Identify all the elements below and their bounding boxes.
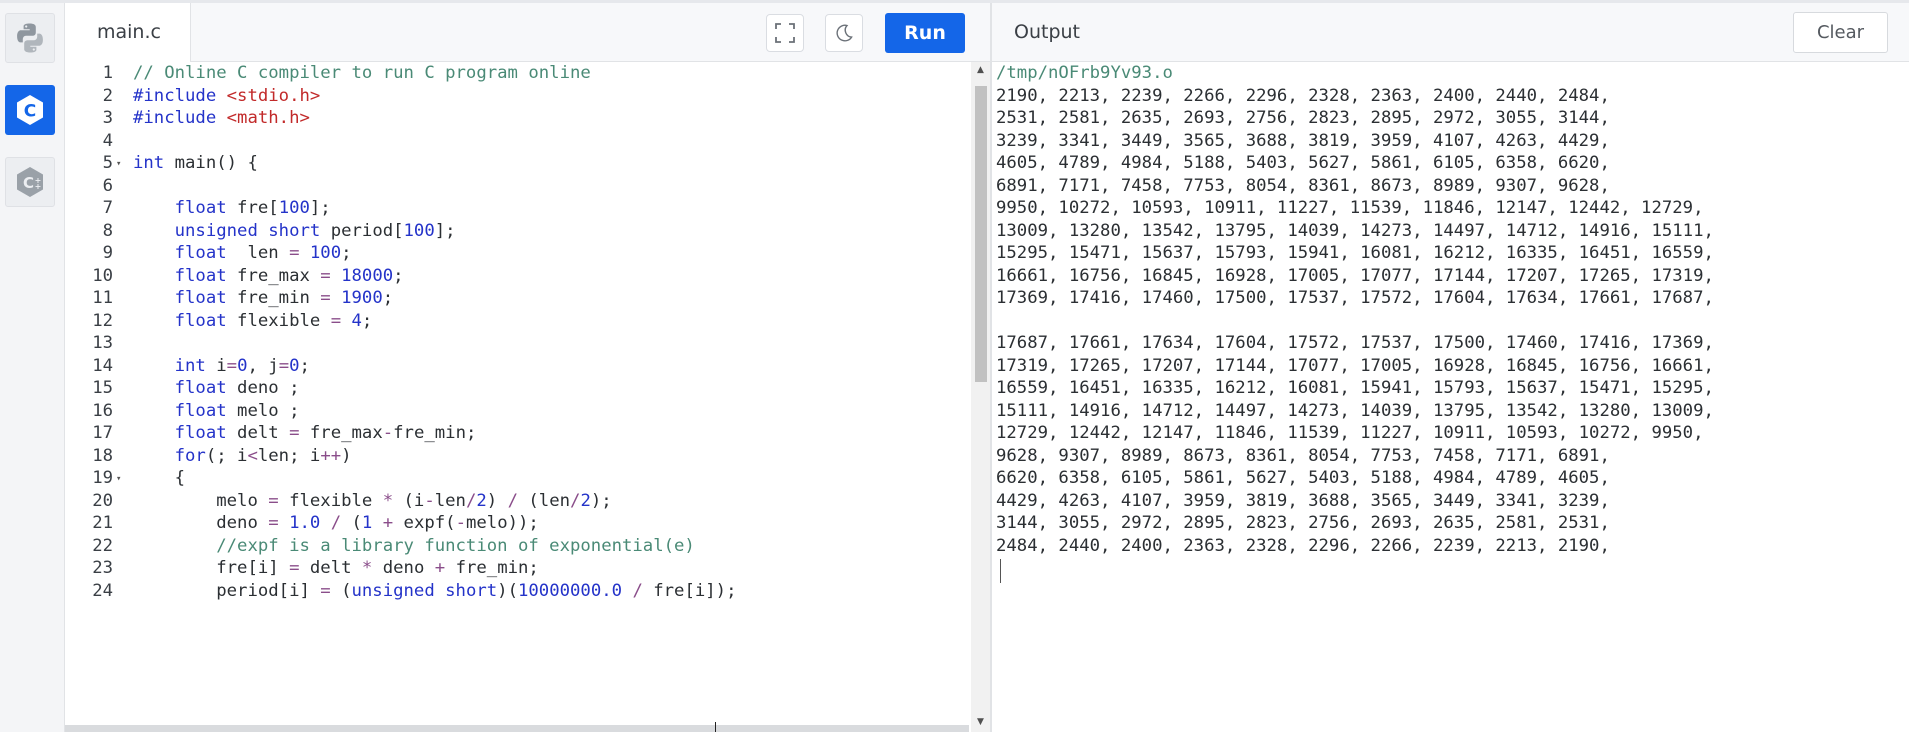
python-icon: [17, 23, 43, 53]
clear-button[interactable]: Clear: [1793, 12, 1888, 53]
editor-vertical-scrollbar[interactable]: ▲ ▼: [971, 62, 990, 732]
run-button[interactable]: Run: [885, 13, 965, 53]
code-line: 24 period[i] = (unsigned short)(10000000…: [65, 578, 969, 606]
output-line: 17369, 17416, 17460, 17500, 17537, 17572…: [996, 288, 1714, 308]
language-sidebar: C C + +: [0, 3, 65, 732]
fullscreen-button[interactable]: [766, 14, 804, 52]
editor-toolbar: main.c Run: [65, 3, 990, 62]
fullscreen-icon: [775, 23, 795, 43]
output-pane: Output Clear /tmp/nOFrb9Yv93.o 2190, 2213…: [992, 3, 1909, 732]
cpp-language-icon: C + +: [17, 167, 43, 197]
output-caret: [1000, 559, 1001, 583]
scrollbar-thumb[interactable]: [975, 86, 987, 382]
svg-text:C: C: [23, 174, 34, 192]
line-number: 24: [92, 580, 113, 601]
moon-icon: [836, 24, 853, 42]
python-language-button[interactable]: [5, 13, 55, 63]
output-line: 2484, 2440, 2400, 2363, 2328, 2296, 2266…: [996, 535, 1610, 556]
editor-pane: main.c Run 1// Online C compiler to run …: [65, 3, 990, 732]
scroll-down-arrow-icon[interactable]: ▼: [971, 717, 990, 727]
c-language-icon: C: [17, 95, 43, 125]
output-toolbar: Output Clear: [992, 3, 1909, 62]
horizontal-scrollbar[interactable]: [65, 725, 969, 732]
code-editor[interactable]: 1// Online C compiler to run C program o…: [65, 62, 969, 732]
c-language-button[interactable]: C: [5, 85, 55, 135]
scroll-up-arrow-icon[interactable]: ▲: [971, 65, 990, 75]
output-title: Output: [1014, 21, 1080, 43]
svg-text:+: +: [35, 182, 42, 191]
online-compiler-app: C C + + main.c Run 1 // Online C compile…: [0, 0, 1909, 732]
code-text: period[i] = (unsigned short)(10000000.0 …: [133, 580, 737, 601]
cpp-language-button[interactable]: C + +: [5, 157, 55, 207]
dark-mode-toggle[interactable]: [825, 14, 863, 52]
file-tab-main-c[interactable]: main.c: [65, 3, 191, 62]
text-caret: [715, 722, 716, 732]
svg-text:C: C: [24, 102, 36, 122]
output-console[interactable]: /tmp/nOFrb9Yv93.o 2190, 2213, 2239, 2266,…: [996, 62, 1896, 730]
